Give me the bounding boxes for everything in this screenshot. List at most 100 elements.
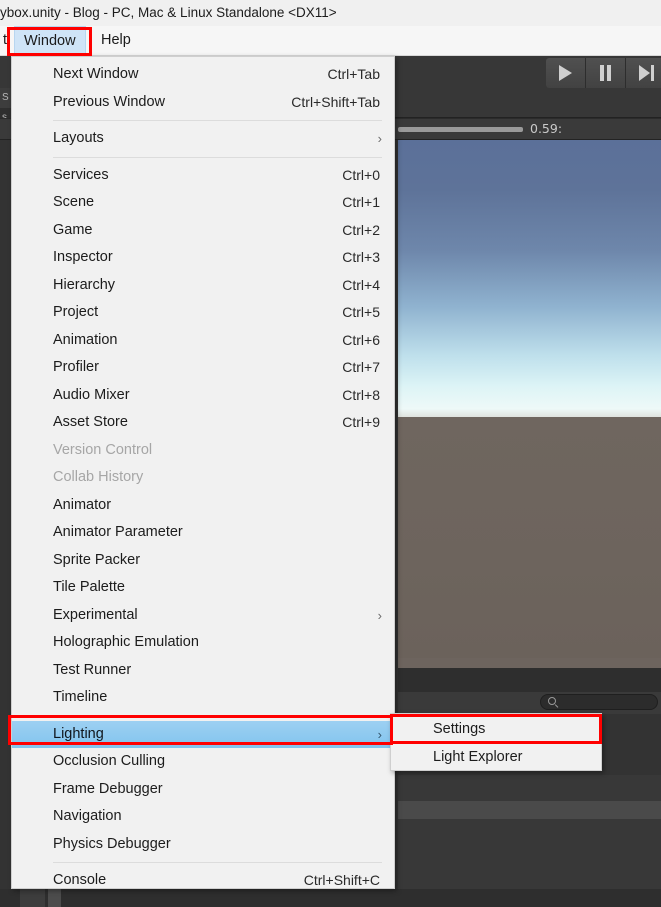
menu-item-label: Previous Window (53, 93, 166, 110)
menu-item-label: Console (53, 872, 107, 888)
scene-slider-value: 0.59: (530, 121, 563, 136)
menu-item-scene[interactable]: Scene Ctrl+1 (12, 189, 394, 217)
menu-item-label: Frame Debugger (53, 780, 163, 797)
scene-view-skybox[interactable] (398, 140, 661, 658)
menu-item-profiler[interactable]: Profiler Ctrl+7 (12, 354, 394, 382)
menu-item-label: Occlusion Culling (53, 753, 166, 769)
menu-item-label: Game (53, 221, 93, 238)
chevron-right-icon: › (377, 607, 382, 623)
menu-item-label: Navigation (53, 808, 122, 824)
playmode-controls[interactable] (546, 58, 661, 88)
panel-header-bar (398, 668, 661, 692)
menu-item-occlusion-culling[interactable]: Occlusion Culling (12, 748, 394, 776)
menu-item-label: Hierarchy (53, 276, 116, 293)
menu-item-game[interactable]: Game Ctrl+2 (12, 217, 394, 245)
menu-item-console[interactable]: Console Ctrl+Shift+C (12, 867, 394, 895)
menu-item-lighting[interactable]: Lighting › (12, 720, 394, 748)
menu-item-audio-mixer[interactable]: Audio Mixer Ctrl+8 (12, 382, 394, 410)
menu-item-frame-debugger[interactable]: Frame Debugger (12, 776, 394, 804)
menu-item-shortcut: Ctrl+Shift+Tab (291, 93, 380, 110)
play-icon (559, 65, 572, 81)
menu-item-holographic-emulation[interactable]: Holographic Emulation (12, 629, 394, 657)
menu-item-shortcut: Ctrl+3 (342, 249, 380, 265)
menu-item-layouts[interactable]: Layouts › (12, 125, 394, 153)
menu-item-previous-window[interactable]: Previous Window Ctrl+Shift+Tab (12, 89, 394, 117)
submenu-item-light-explorer[interactable]: Light Explorer (391, 744, 601, 772)
chevron-right-icon: › (377, 726, 382, 742)
step-button[interactable] (626, 58, 661, 88)
menu-item-services[interactable]: Services Ctrl+0 (12, 162, 394, 190)
menu-item-tile-palette[interactable]: Tile Palette (12, 574, 394, 602)
menu-item-shortcut: Ctrl+7 (342, 359, 380, 375)
pause-button[interactable] (586, 58, 626, 88)
menu-separator (53, 156, 382, 158)
menu-separator (53, 120, 382, 121)
menu-item-version-control: Version Control (12, 437, 394, 465)
menu-item-shortcut: Ctrl+9 (342, 414, 380, 430)
menu-item-asset-store[interactable]: Asset Store Ctrl+9 (12, 409, 394, 437)
menu-item-label: Test Runner (53, 661, 132, 678)
menu-item-label: Animator (53, 496, 112, 513)
submenu-item-settings[interactable]: Settings (391, 716, 601, 744)
menu-item-inspector[interactable]: Inspector Ctrl+3 (12, 244, 394, 272)
menu-item-label: Scene (53, 194, 95, 210)
menu-item-label: Asset Store (53, 414, 128, 430)
menu-item-label: Audio Mixer (53, 386, 130, 403)
menu-item-label: Animator Parameter (53, 524, 183, 540)
lower-panel-a (398, 775, 661, 801)
menu-item-shortcut: Ctrl+1 (342, 194, 380, 210)
menu-separator (53, 715, 382, 717)
menu-bar: t Window Help (0, 26, 661, 56)
menu-item-hierarchy[interactable]: Hierarchy Ctrl+4 (12, 272, 394, 300)
menu-item-shortcut: Ctrl+4 (342, 276, 380, 293)
menu-item-label: Lighting (53, 725, 104, 742)
menu-item-animation[interactable]: Animation Ctrl+6 (12, 327, 394, 355)
menu-item-next-window[interactable]: Next Window Ctrl+Tab (12, 61, 394, 89)
menu-item-collab-history: Collab History (12, 464, 394, 492)
menubar-item-help[interactable]: Help (92, 26, 140, 54)
menu-item-test-runner[interactable]: Test Runner (12, 657, 394, 685)
menu-item-label: Layouts (53, 130, 104, 146)
search-icon (548, 697, 559, 709)
menu-item-label: Physics Debugger (53, 835, 171, 852)
menu-item-label: Profiler (53, 359, 99, 375)
menu-item-label: Collab History (53, 469, 144, 485)
menubar-item-window[interactable]: Window (14, 26, 86, 54)
menu-item-label: Timeline (53, 689, 108, 705)
menu-item-label: Next Window (53, 66, 139, 82)
window-dropdown-menu: Next Window Ctrl+Tab Previous Window Ctrl+S… (11, 56, 395, 889)
menu-item-timeline[interactable]: Timeline (12, 684, 394, 712)
menu-item-shortcut: Ctrl+6 (342, 331, 380, 348)
menu-item-animator[interactable]: Animator (12, 492, 394, 520)
menu-item-project[interactable]: Project Ctrl+5 (12, 299, 394, 327)
menu-item-experimental[interactable]: Experimental › (12, 602, 394, 630)
menu-item-label: Light Explorer (433, 748, 523, 765)
menu-item-label: Animation (53, 331, 118, 348)
menu-item-physics-debugger[interactable]: Physics Debugger (12, 831, 394, 859)
menu-item-label: Version Control (53, 441, 153, 458)
menu-item-shortcut: Ctrl+0 (342, 166, 380, 183)
menu-item-shortcut: Ctrl+5 (342, 304, 380, 320)
menu-item-label: Tile Palette (53, 579, 125, 595)
chevron-right-icon: › (377, 131, 382, 146)
play-button[interactable] (546, 58, 586, 88)
menu-separator (53, 862, 382, 863)
menu-item-label: Inspector (53, 249, 113, 265)
menu-item-label: Experimental (53, 606, 138, 623)
menu-item-label: Holographic Emulation (53, 634, 199, 650)
menu-item-navigation[interactable]: Navigation (12, 803, 394, 831)
menu-item-label: Sprite Packer (53, 551, 141, 568)
menu-item-shortcut: Ctrl+Shift+C (303, 872, 380, 888)
screen: S s 0.59: ybox.unity - Blog - PC, Mac & … (0, 0, 661, 907)
skybox-ground (398, 417, 661, 658)
menu-item-shortcut: Ctrl+2 (342, 221, 380, 238)
menu-item-label: Services (53, 166, 109, 183)
scene-slider[interactable] (398, 127, 523, 132)
skybox-sky (398, 140, 661, 417)
menu-item-animator-parameter[interactable]: Animator Parameter (12, 519, 394, 547)
pause-icon (599, 65, 612, 81)
menu-item-label: Project (53, 304, 99, 320)
scene-view-bottom-edge (398, 658, 661, 668)
menu-item-shortcut: Ctrl+Tab (327, 66, 380, 82)
menu-item-sprite-packer[interactable]: Sprite Packer (12, 547, 394, 575)
